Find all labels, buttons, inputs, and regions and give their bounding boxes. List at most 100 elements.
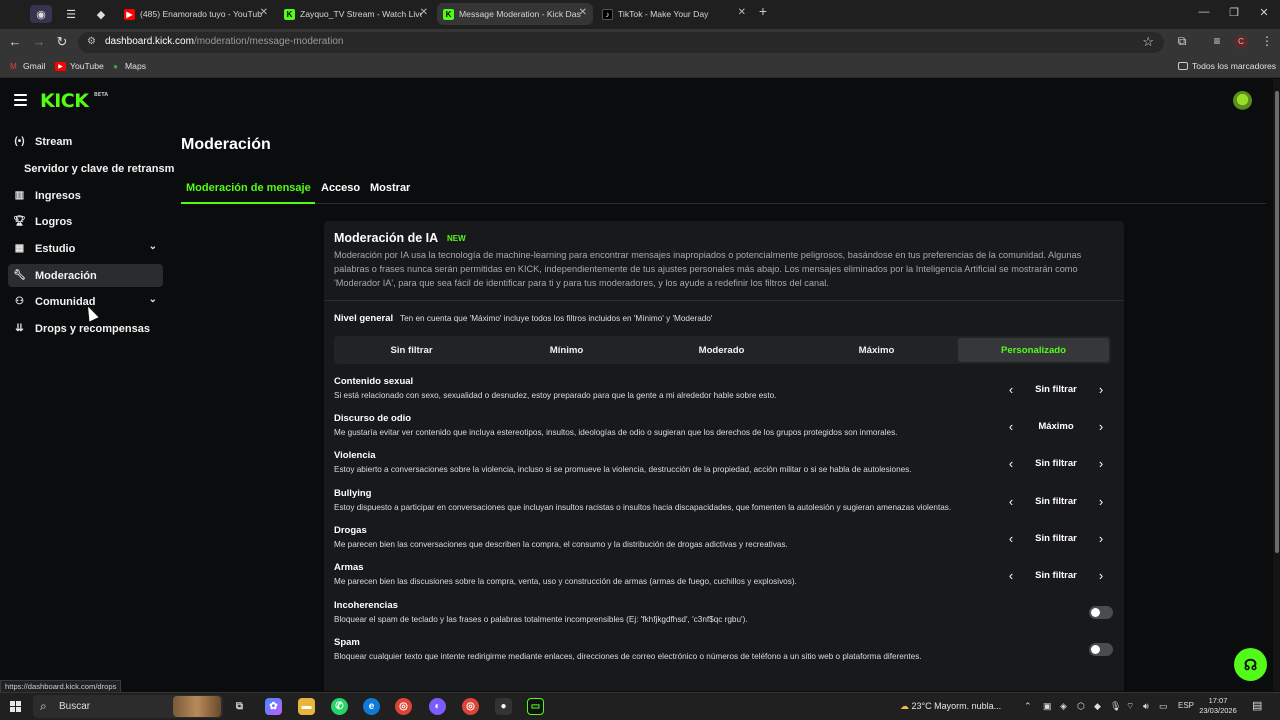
tray-chevron-icon[interactable]: ⌃	[1024, 701, 1032, 712]
close-icon[interactable]: ✕	[420, 7, 428, 18]
forward-arrow-icon[interactable]: →	[31, 34, 47, 49]
chevron-right-icon[interactable]: ›	[1094, 419, 1108, 434]
close-icon[interactable]: ✕	[260, 7, 268, 18]
notifications-icon[interactable]: ▤	[1252, 699, 1262, 712]
close-window-button[interactable]: ✕	[1254, 6, 1274, 19]
chevron-left-icon[interactable]: ‹	[1004, 568, 1018, 583]
language-indicator[interactable]: ESP	[1178, 701, 1194, 710]
divider	[324, 300, 1124, 301]
chrome-icon[interactable]: ◎	[395, 698, 412, 715]
help-chat-button[interactable]: ☊	[1234, 648, 1267, 681]
search-placeholder: Buscar	[59, 701, 91, 712]
card-description: Moderación por IA usa la tecnología de m…	[334, 250, 1082, 288]
edge-icon[interactable]: e	[363, 698, 380, 715]
rule-value: Sin filtrar	[1035, 496, 1077, 507]
tab-list-icon[interactable]: ☰	[60, 5, 82, 23]
sidebar-item-drops[interactable]: ⇊ Drops y recompensas	[8, 317, 163, 340]
profile-avatar[interactable]: C	[1234, 35, 1248, 49]
level-minimo[interactable]: Mínimo	[489, 336, 644, 364]
extensions-icon[interactable]: ⧉	[1174, 34, 1190, 49]
chevron-right-icon[interactable]: ›	[1094, 568, 1108, 583]
terminal-icon[interactable]: ▭	[527, 698, 544, 715]
close-icon[interactable]: ✕	[579, 7, 587, 18]
kick-logo[interactable]: KICK BETA	[40, 90, 108, 112]
tray-app-icon[interactable]: ▣	[1043, 701, 1052, 712]
rule-value: Sin filtrar	[1035, 384, 1077, 395]
chevron-left-icon[interactable]: ‹	[1004, 531, 1018, 546]
spam-toggle[interactable]	[1089, 643, 1113, 656]
tab-mostrar[interactable]: Mostrar	[370, 182, 410, 194]
bookmark-gmail[interactable]: M Gmail	[8, 61, 45, 71]
chrome-active-icon[interactable]: ◎	[462, 698, 479, 715]
bookmark-star-icon[interactable]: ☆	[1142, 34, 1154, 50]
volume-icon[interactable]: 🔊︎	[1143, 701, 1149, 712]
network-icon[interactable]: ⌔	[1126, 701, 1134, 712]
chevron-down-icon[interactable]: ⌄	[149, 294, 157, 305]
restore-button[interactable]: ❐	[1224, 6, 1244, 19]
weather-widget[interactable]: ☁ 23°C Mayorm. nubla...	[900, 701, 1001, 712]
tab-message-moderation[interactable]: K Message Moderation - Kick Das ✕	[437, 3, 593, 25]
scrollbar-thumb[interactable]	[1275, 91, 1279, 553]
chevron-left-icon[interactable]: ‹	[1004, 419, 1018, 434]
chevron-left-icon[interactable]: ‹	[1004, 456, 1018, 471]
chevron-left-icon[interactable]: ‹	[1004, 382, 1018, 397]
tray-app-icon[interactable]: ◈	[1060, 701, 1067, 712]
tab-youtube[interactable]: ▶ (485) Enamorado tuyo - YouTub ✕	[118, 3, 274, 25]
chevron-left-icon[interactable]: ‹	[1004, 494, 1018, 509]
level-sin-filtrar[interactable]: Sin filtrar	[334, 336, 489, 364]
sidebar-item-ingresos[interactable]: ▥ Ingresos	[8, 184, 163, 207]
chevron-right-icon[interactable]: ›	[1094, 382, 1108, 397]
tray-app-icon[interactable]: ⬡	[1077, 701, 1085, 712]
tab-kick-stream[interactable]: K Zayquo_TV Stream - Watch Live ✕	[278, 3, 434, 25]
menu-kebab-icon[interactable]: ⋮	[1259, 34, 1275, 48]
site-info-icon[interactable]: ⚙	[87, 36, 96, 47]
user-avatar[interactable]	[1233, 91, 1252, 110]
taskbar-search[interactable]: ⌕ Buscar	[33, 695, 223, 718]
bookmark-youtube[interactable]: ▶ YouTube	[55, 61, 104, 71]
chevron-down-icon[interactable]: ⌄	[149, 241, 157, 252]
microphone-icon[interactable]: 🎙︎	[1110, 701, 1121, 712]
reload-icon[interactable]: ↻	[54, 34, 70, 50]
copilot-icon[interactable]: ✿	[265, 698, 282, 715]
file-explorer-icon[interactable]: ▬	[298, 698, 315, 715]
chevron-right-icon[interactable]: ›	[1094, 456, 1108, 471]
whatsapp-icon[interactable]: ✆	[331, 698, 348, 715]
close-icon[interactable]: ✕	[738, 7, 746, 18]
minimize-button[interactable]: —	[1194, 6, 1214, 18]
back-arrow-icon[interactable]: ←	[7, 34, 23, 49]
address-bar[interactable]: ⚙ dashboard.kick.com/moderation/message-…	[78, 32, 1164, 53]
bookmark-maps[interactable]: ● Maps	[110, 61, 146, 71]
tab-message-moderation[interactable]: Moderación de mensaje	[186, 182, 311, 194]
hamburger-menu-icon[interactable]	[14, 94, 27, 106]
battery-icon[interactable]: ▭	[1159, 701, 1168, 712]
task-view-icon[interactable]: ⧉	[231, 698, 248, 715]
media-control-icon[interactable]: ≡	[1209, 34, 1225, 48]
extension-app-icon[interactable]: ◆	[90, 5, 112, 23]
kick-dashboard-page: KICK BETA (•) Stream Servidor y clave de …	[0, 79, 1280, 691]
level-moderado[interactable]: Moderado	[644, 336, 799, 364]
obs-icon[interactable]: ●	[495, 698, 512, 715]
sidebar-item-estudio[interactable]: ▦ Estudio ⌄	[8, 237, 163, 260]
tab-tiktok[interactable]: ♪ TikTok - Make Your Day ✕	[596, 3, 752, 25]
windows-start-icon[interactable]	[10, 701, 22, 713]
trophy-icon: 🏆︎	[13, 216, 26, 227]
incoherencias-toggle[interactable]	[1089, 606, 1113, 619]
tray-app-icon[interactable]: ◆	[1094, 701, 1101, 712]
new-tab-button[interactable]: +	[753, 3, 773, 19]
sidebar-item-stream[interactable]: (•) Stream	[8, 130, 163, 153]
chevron-right-icon[interactable]: ›	[1094, 531, 1108, 546]
profile-app-icon[interactable]: ◉	[30, 5, 52, 23]
app-icon[interactable]: ◐	[429, 698, 446, 715]
tab-acceso[interactable]: Acceso	[321, 182, 360, 194]
sidebar-item-logros[interactable]: 🏆︎ Logros	[8, 210, 163, 233]
all-bookmarks[interactable]: Todos los marcadores	[1178, 61, 1276, 71]
chevron-right-icon[interactable]: ›	[1094, 494, 1108, 509]
drops-icon: ⇊	[15, 323, 24, 334]
level-personalizado[interactable]: Personalizado	[958, 338, 1109, 362]
sidebar-item-moderacion[interactable]: 🔧︎ Moderación	[8, 264, 163, 287]
rule-title: Contenido sexual	[334, 376, 414, 387]
level-maximo[interactable]: Máximo	[799, 336, 954, 364]
maps-pin-icon: ●	[113, 61, 118, 71]
clock[interactable]: 17:07 23/03/2026	[1198, 696, 1238, 716]
sidebar-subitem-stream-key[interactable]: Servidor y clave de retransm	[24, 163, 174, 175]
